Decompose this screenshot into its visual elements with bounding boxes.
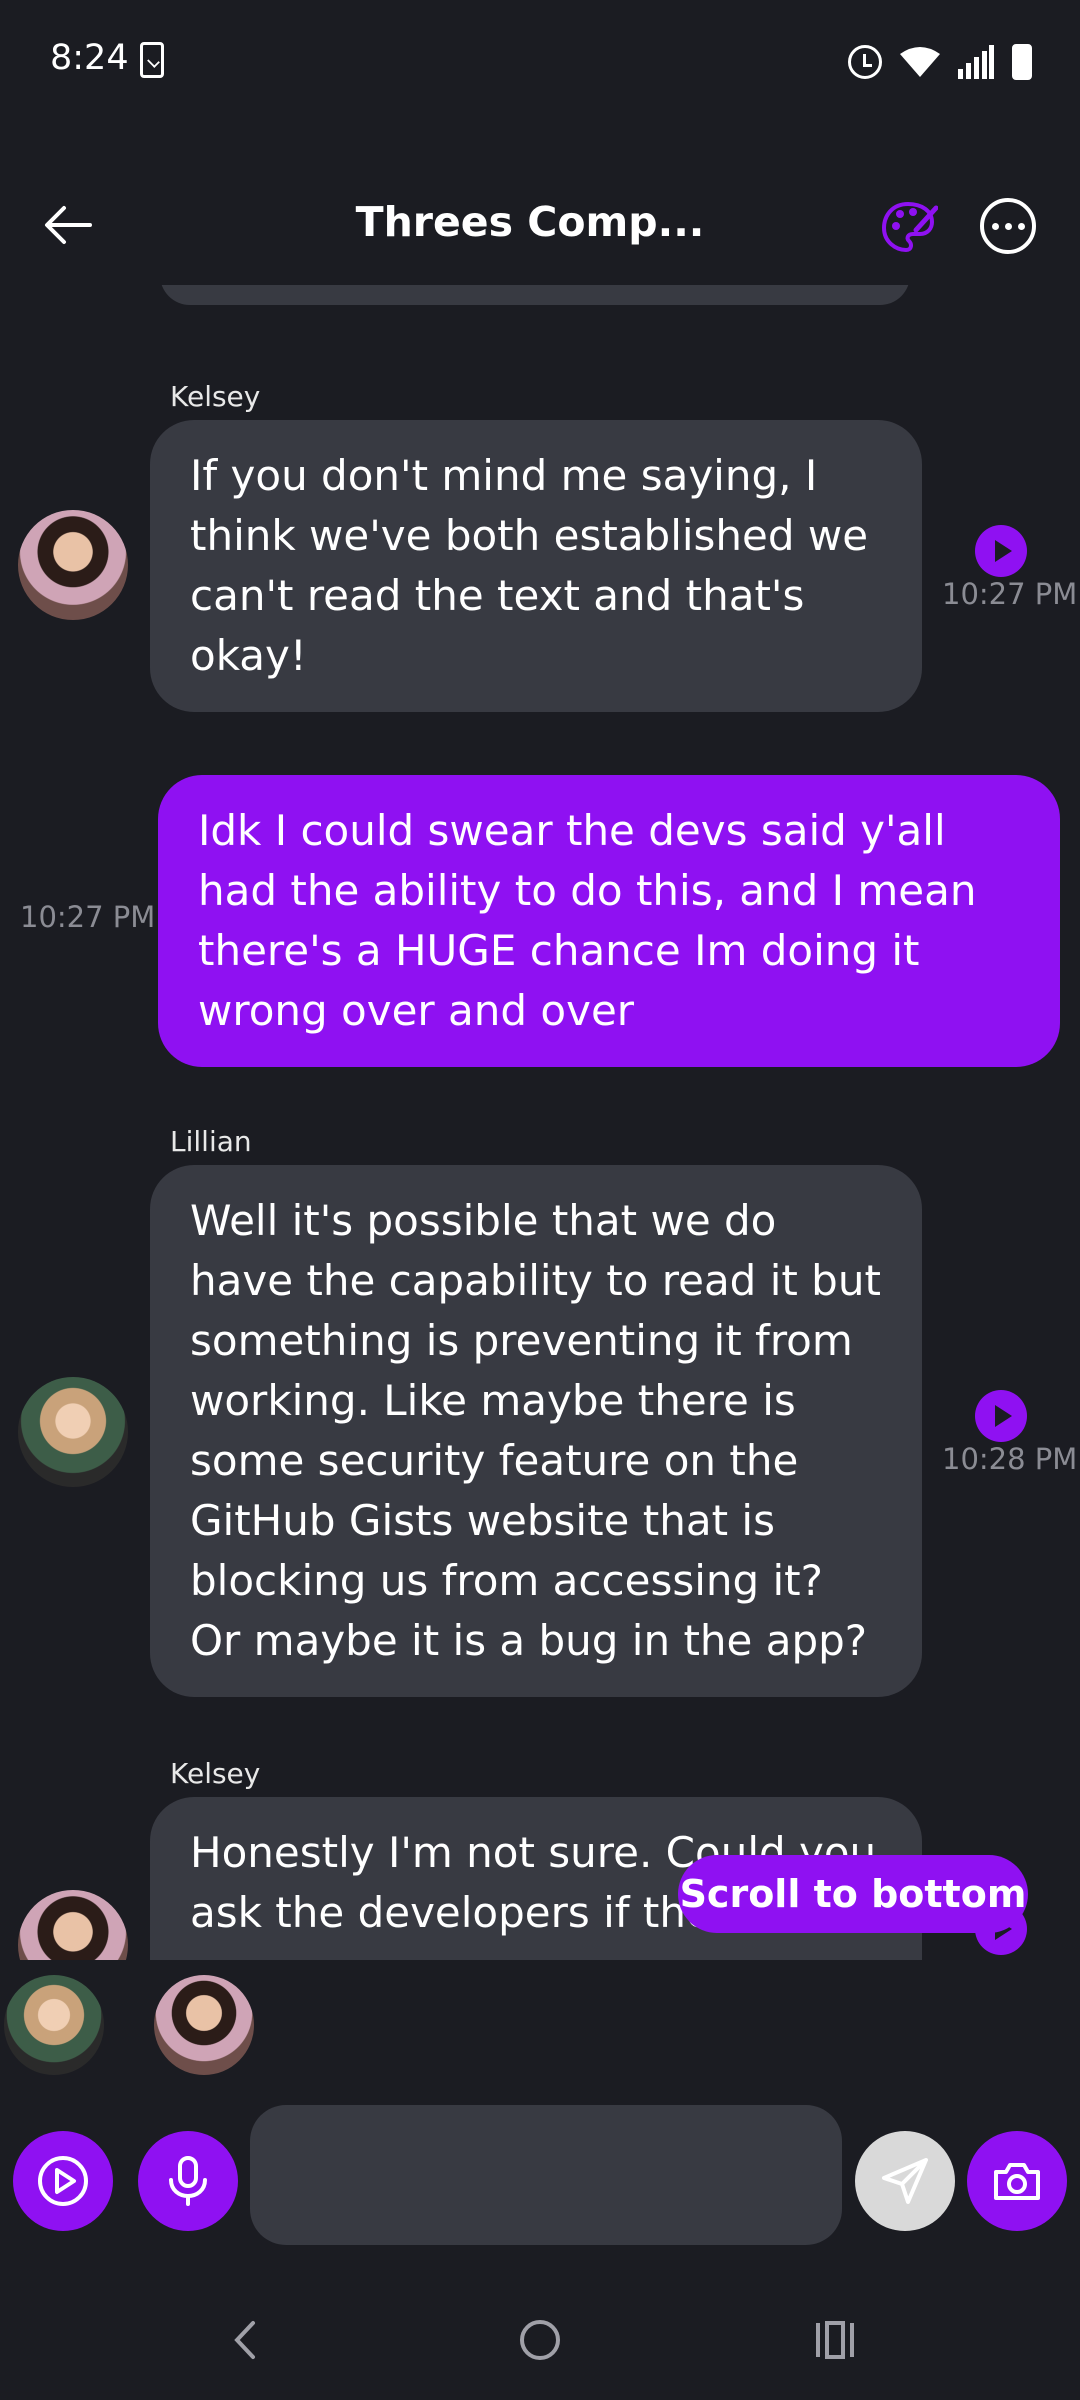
play-voice-button[interactable]: [13, 2131, 113, 2231]
message-bubble-own[interactable]: Idk I could swear the devs said y'all ha…: [158, 775, 1060, 1067]
task-check-icon: [140, 42, 164, 78]
palette-icon: [881, 201, 939, 253]
participants-row: [0, 1975, 1080, 2085]
arrow-left-icon: [45, 206, 92, 244]
status-time: 8:24: [50, 38, 129, 78]
scroll-to-bottom-button[interactable]: Scroll to bottom: [678, 1855, 1028, 1933]
avatar[interactable]: [18, 510, 128, 620]
participant-avatar-kelsey[interactable]: [154, 1975, 254, 2075]
play-audio-button[interactable]: [975, 525, 1027, 577]
avatar[interactable]: [18, 1377, 128, 1487]
message-time: 10:27 PM: [20, 900, 156, 934]
sender-name: Lillian: [170, 1125, 252, 1158]
message-bubble[interactable]: If you don't mind me saying, I think we'…: [150, 420, 922, 712]
play-audio-button[interactable]: [975, 1390, 1027, 1442]
system-nav-bar: [0, 2290, 1080, 2400]
sender-name: Kelsey: [170, 380, 261, 413]
composer: [0, 2105, 1080, 2245]
message-list[interactable]: Kelsey If you don't mind me saying, I th…: [0, 285, 1080, 1960]
play-circle-icon: [38, 2156, 88, 2206]
camera-button[interactable]: [967, 2131, 1067, 2231]
avatar[interactable]: [18, 1890, 128, 1960]
back-button[interactable]: [40, 200, 96, 250]
sender-name: Kelsey: [170, 1757, 261, 1790]
status-icons: [848, 42, 1032, 82]
send-icon: [882, 2158, 928, 2204]
signal-icon: [958, 45, 994, 79]
theme-button[interactable]: [880, 198, 939, 256]
wifi-icon: [900, 47, 940, 77]
message-time: 10:27 PM: [942, 577, 1078, 611]
chat-title[interactable]: Threes Comp...: [340, 198, 720, 246]
status-bar: 8:24: [0, 0, 1080, 125]
nav-back-button[interactable]: [205, 2290, 285, 2390]
microphone-button[interactable]: [138, 2131, 238, 2231]
chevron-left-icon: [234, 2321, 255, 2359]
participant-avatar-lillian[interactable]: [4, 1975, 104, 2075]
send-button[interactable]: [855, 2131, 955, 2231]
camera-icon: [994, 2163, 1040, 2200]
recents-icon: [816, 2321, 854, 2359]
battery-icon: [1012, 44, 1032, 80]
previous-message-bubble: [160, 285, 910, 305]
microphone-icon: [169, 2156, 207, 2206]
more-options-button[interactable]: [980, 198, 1036, 254]
home-circle-icon: [520, 2320, 560, 2360]
more-horizontal-icon: [991, 222, 999, 230]
alarm-icon: [848, 45, 882, 79]
message-input[interactable]: [250, 2105, 842, 2245]
message-bubble[interactable]: Well it's possible that we do have the c…: [150, 1165, 922, 1697]
message-time: 10:28 PM: [942, 1442, 1078, 1476]
nav-recents-button[interactable]: [795, 2290, 875, 2390]
chat-header: Threes Comp...: [0, 180, 1080, 270]
nav-home-button[interactable]: [500, 2290, 580, 2390]
